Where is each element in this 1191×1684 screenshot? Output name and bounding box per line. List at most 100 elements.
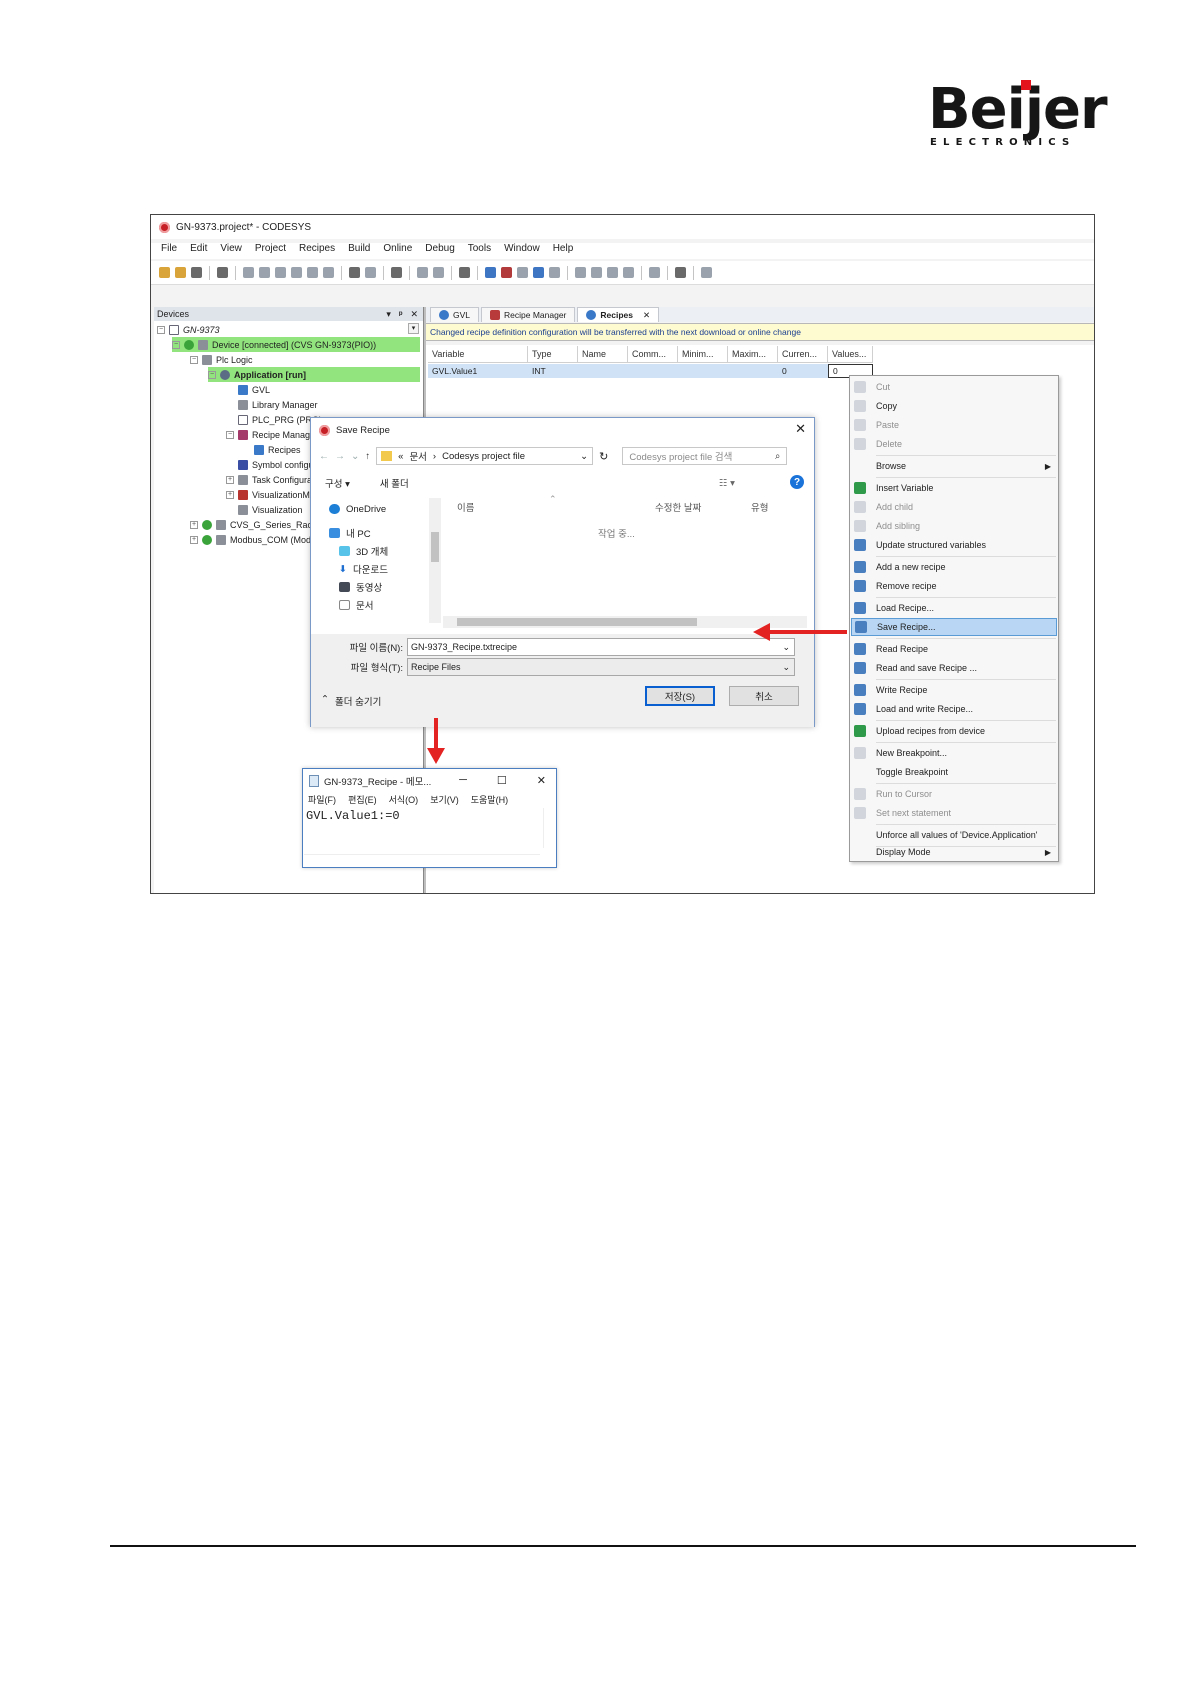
menu-item-set-next-statement[interactable]: Set next statement [851,804,1057,822]
write-values-icon[interactable] [649,267,660,278]
menu-debug[interactable]: Debug [425,243,454,259]
notepad-menu-view[interactable]: 보기(V) [430,793,459,806]
tab-recipe-manager[interactable]: Recipe Manager [481,307,576,322]
cell-current[interactable]: 0 [778,364,828,378]
panel-pin-icon[interactable]: ᵖ [399,309,403,320]
monitor-icon[interactable] [675,267,686,278]
logout-icon[interactable] [501,267,512,278]
notepad-menu-format[interactable]: 서식(O) [389,793,419,806]
tree-item-recipes[interactable]: Recipes [254,442,301,457]
menu-item-save-recipe[interactable]: Save Recipe... [851,618,1057,636]
expand-icon[interactable]: + [226,475,234,484]
help-icon[interactable]: ? [790,475,804,489]
nav-scrollbar[interactable] [429,498,441,623]
cell-type[interactable]: INT [528,364,578,378]
collapse-icon[interactable]: − [190,355,198,364]
calculator-icon[interactable] [459,267,470,278]
view-options-icon[interactable]: ☷ ▾ [719,478,735,489]
nav-item-onedrive[interactable]: OneDrive [329,500,386,518]
login-icon[interactable] [485,267,496,278]
forward-arrow-icon[interactable]: → [335,451,345,462]
column-header-maximum[interactable]: Maxim... [728,346,778,363]
up-arrow-icon[interactable]: ↑ [365,451,370,462]
menu-item-add-sibling[interactable]: Add sibling [851,517,1057,535]
column-header-modified[interactable]: 수정한 날짜 [655,500,701,514]
tree-item-visualization[interactable]: Visualization [238,502,302,517]
breadcrumb-overflow[interactable]: « [398,451,403,462]
menu-item-toggle-breakpoint[interactable]: Toggle Breakpoint [851,763,1057,781]
nav-item-this-pc[interactable]: 내 PC [329,524,371,542]
cell-maximum[interactable] [728,364,778,378]
paste-icon[interactable] [307,267,318,278]
tree-item-application[interactable]: − Application [run] [208,367,420,382]
organize-button[interactable]: 구성 ▾ [325,476,350,490]
expand-icon[interactable]: + [190,535,198,544]
nav-item-3d-objects[interactable]: 3D 개체 [339,542,388,560]
menu-window[interactable]: Window [504,243,540,259]
step-over-icon[interactable] [575,267,586,278]
tree-item-recipe-manager[interactable]: − Recipe Manager [226,427,318,442]
nav-item-documents[interactable]: 문서 [339,596,373,614]
menu-item-update-structured-variables[interactable]: Update structured variables [851,536,1057,554]
breadcrumb-documents[interactable]: 문서 [409,449,426,463]
notepad-menu-edit[interactable]: 편집(E) [348,793,377,806]
menu-edit[interactable]: Edit [190,243,207,259]
menu-recipes[interactable]: Recipes [299,243,335,259]
menu-item-delete[interactable]: Delete [851,435,1057,453]
menu-item-load-and-write-recipe[interactable]: Load and write Recipe... [851,700,1057,718]
collapse-icon[interactable]: − [226,430,234,439]
save-button[interactable]: 저장(S) [645,686,715,706]
insert-object-icon[interactable] [433,267,444,278]
menu-build[interactable]: Build [348,243,370,259]
filename-dropdown-icon[interactable]: ⌄ [782,642,790,653]
print-icon[interactable] [217,267,228,278]
collapse-icon[interactable]: − [208,370,216,379]
path-dropdown-icon[interactable]: ⌄ [580,451,588,462]
column-header-current[interactable]: Curren... [778,346,828,363]
tree-dropdown-button[interactable]: ▾ [408,323,419,334]
panel-close-icon[interactable]: ✕ [410,309,418,320]
nav-item-downloads[interactable]: ⬇ 다운로드 [339,560,388,578]
column-header-comment[interactable]: Comm... [628,346,678,363]
menu-item-new-breakpoint[interactable]: New Breakpoint... [851,744,1057,762]
collapse-icon[interactable]: − [157,325,165,334]
notepad-text-area[interactable]: GVL.Value1:=0 [306,809,400,823]
menu-tools[interactable]: Tools [468,243,491,259]
back-arrow-icon[interactable]: ← [319,451,329,462]
breakpoint-icon[interactable] [623,267,634,278]
step-out-icon[interactable] [607,267,618,278]
notepad-menu-help[interactable]: 도움말(H) [471,793,508,806]
undo-icon[interactable] [243,267,254,278]
redo-icon[interactable] [259,267,270,278]
tree-item-plc-logic[interactable]: − Plc Logic [190,352,253,367]
maximize-icon[interactable]: ☐ [497,774,507,787]
menu-item-cut[interactable]: Cut [851,378,1057,396]
notepad-horizontal-scrollbar[interactable] [304,854,540,866]
expand-icon[interactable]: + [190,520,198,529]
breadcrumb-codesys-project-file[interactable]: Codesys project file [442,451,525,462]
filetype-select[interactable]: Recipe Files ⌄ [407,658,795,676]
menu-item-read-and-save-recipe[interactable]: Read and save Recipe ... [851,659,1057,677]
dialog-close-icon[interactable]: ✕ [795,421,806,437]
column-header-type[interactable]: 유형 [751,500,768,514]
menu-item-paste[interactable]: Paste [851,416,1057,434]
tree-item-rack[interactable]: + CVS_G_Series_Rack [190,517,317,532]
menu-item-load-recipe[interactable]: Load Recipe... [851,599,1057,617]
menu-item-add-child[interactable]: Add child [851,498,1057,516]
new-project-icon[interactable] [159,267,170,278]
menu-online[interactable]: Online [383,243,412,259]
menu-help[interactable]: Help [553,243,574,259]
scrollbar-thumb[interactable] [431,532,439,562]
path-breadcrumb[interactable]: « 문서 › Codesys project file ⌄ [376,447,594,465]
collapse-icon[interactable]: − [172,340,180,349]
minimize-icon[interactable]: ─ [459,774,467,787]
column-header-minimum[interactable]: Minim... [678,346,728,363]
menu-item-copy[interactable]: Copy [851,397,1057,415]
hide-folders-toggle[interactable]: ⌃ 폴더 숨기기 [321,694,381,708]
menu-item-write-recipe[interactable]: Write Recipe [851,681,1057,699]
menu-item-display-mode[interactable]: Display Mode ▶ [851,843,1057,861]
menu-view[interactable]: View [220,243,242,259]
tab-gvl[interactable]: GVL [430,307,480,322]
tab-close-icon[interactable]: ✕ [643,310,650,321]
menu-item-remove-recipe[interactable]: Remove recipe [851,577,1057,595]
